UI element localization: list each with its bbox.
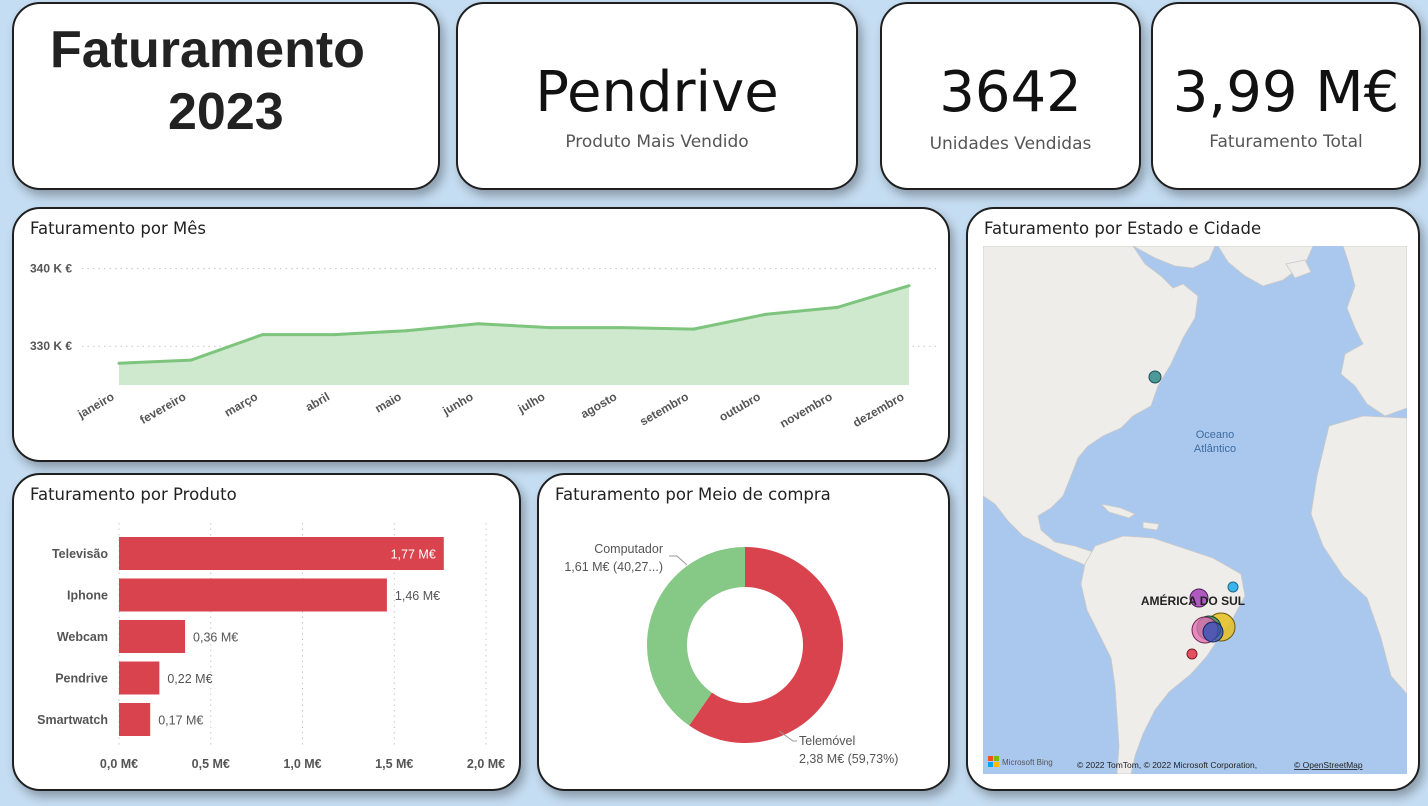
bar [119, 703, 151, 736]
kpi-revenue-value: 3,99 M€ [1172, 60, 1400, 125]
map-bubble[interactable] [1227, 581, 1239, 593]
map-attribution: © 2022 TomTom, © 2022 Microsoft Corporat… [1077, 760, 1257, 770]
x-tick-label: setembro [637, 389, 691, 428]
category-label: Smartwatch [37, 713, 108, 727]
x-tick-label: 1,0 M€ [283, 757, 321, 771]
kpi-units-value: 3642 [939, 60, 1082, 125]
kpi-units-label: Unidades Vendidas [929, 134, 1092, 154]
x-tick-label: janeiro [75, 389, 117, 421]
data-point [117, 361, 121, 365]
title-card: Faturamento 2023 [12, 2, 440, 190]
data-label: 0,36 M€ [193, 631, 238, 645]
data-point [548, 326, 552, 330]
slice-label-value: 2,38 M€ (59,73%) [799, 752, 898, 766]
region-label: AMÉRICA DO SUL [1141, 593, 1245, 608]
y-tick-label: 340 K € [30, 262, 72, 276]
slice-label-value: 1,61 M€ (40,27...) [564, 560, 663, 574]
bing-logo-text: Microsoft Bing [1002, 758, 1053, 767]
area-fill [119, 285, 909, 385]
data-point [189, 358, 193, 362]
data-point [404, 329, 408, 333]
category-label: Pendrive [55, 672, 108, 686]
x-tick-label: outubro [717, 389, 763, 424]
x-tick-label: abril [303, 389, 332, 414]
ocean-label-line1: Oceano [1196, 429, 1235, 441]
map-bubble[interactable] [1202, 621, 1224, 643]
x-tick-label: 2,0 M€ [467, 757, 505, 771]
data-point [835, 305, 839, 309]
purchase-method-panel: Faturamento por Meio de compra Telemóvel… [537, 473, 950, 791]
data-point [763, 312, 767, 316]
category-label: Webcam [57, 630, 108, 644]
category-label: Televisão [52, 547, 108, 561]
data-label: 1,77 M€ [391, 548, 436, 562]
data-point [261, 333, 265, 337]
data-label: 0,17 M€ [158, 714, 203, 728]
x-tick-label: agosto [578, 389, 619, 421]
map-bubble[interactable] [1186, 648, 1198, 660]
kpi-card-units: 3642 Unidades Vendidas [880, 2, 1141, 190]
kpi-revenue-label: Faturamento Total [1209, 132, 1363, 152]
data-point [692, 327, 696, 331]
openstreetmap-link[interactable]: © OpenStreetMap [1294, 760, 1363, 770]
x-tick-label: maio [373, 389, 404, 415]
kpi-card-top-product: Pendrive Produto Mais Vendido [456, 2, 858, 190]
x-tick-label: julho [515, 389, 548, 416]
monthly-revenue-panel: Faturamento por Mês 340 K €330 K € janeir… [12, 207, 950, 462]
monthly-revenue-chart: 340 K € 330 K € janeiro fevereiro março abril… [30, 262, 939, 431]
x-tick-label: fevereiro [137, 389, 188, 426]
map-bubble[interactable] [1148, 370, 1162, 384]
bar [119, 620, 186, 653]
bar [119, 661, 160, 695]
dashboard-title-line2: 2023 [168, 83, 284, 141]
product-revenue-chart: 0,0 M€ 0,5 M€ 1,0 M€ 1,5 M€ 2,0 M€ Televisão 1… [37, 523, 505, 771]
kpi-top-product-value: Pendrive [535, 60, 779, 125]
slice-label-name: Computador [594, 542, 663, 556]
product-revenue-panel: Faturamento por Produto 0,0 M€ 0,5 M€ 1,0 … [12, 473, 521, 791]
bar [119, 578, 387, 612]
x-tick-label: março [222, 389, 260, 419]
data-label: 0,22 M€ [167, 672, 212, 686]
x-tick-label: 0,0 M€ [100, 757, 138, 771]
category-label: Iphone [67, 589, 108, 603]
slice-label-name: Telemóvel [799, 734, 855, 748]
leader-line [669, 555, 688, 566]
x-tick-label: novembro [777, 389, 834, 430]
y-tick-label: 330 K € [30, 339, 72, 353]
map-title: Faturamento por Estado e Cidade [984, 219, 1262, 238]
x-tick-label: junho [439, 389, 475, 418]
purchase-method-chart: Telemóvel 2,38 M€ (59,73%) Computador 1,61 … [564, 542, 898, 766]
data-point [332, 333, 336, 337]
data-label: 1,46 M€ [395, 589, 440, 603]
kpi-top-product-label: Produto Mais Vendido [565, 132, 749, 152]
map-panel: Faturamento por Estado e Cidade Oceano A… [966, 207, 1420, 791]
x-tick-label: 0,5 M€ [192, 757, 230, 771]
map-canvas[interactable]: Oceano Atlântico AMÉRICA DO SUL Microsof… [983, 246, 1407, 774]
x-tick-label: 1,5 M€ [375, 757, 413, 771]
x-tick-label: dezembro [850, 389, 906, 429]
data-point [620, 326, 624, 330]
data-point [907, 284, 911, 288]
data-point [476, 322, 480, 326]
ocean-label-line2: Atlântico [1194, 443, 1236, 455]
dashboard-title-line1: Faturamento [50, 21, 365, 79]
kpi-card-revenue: 3,99 M€ Faturamento Total [1151, 2, 1421, 190]
